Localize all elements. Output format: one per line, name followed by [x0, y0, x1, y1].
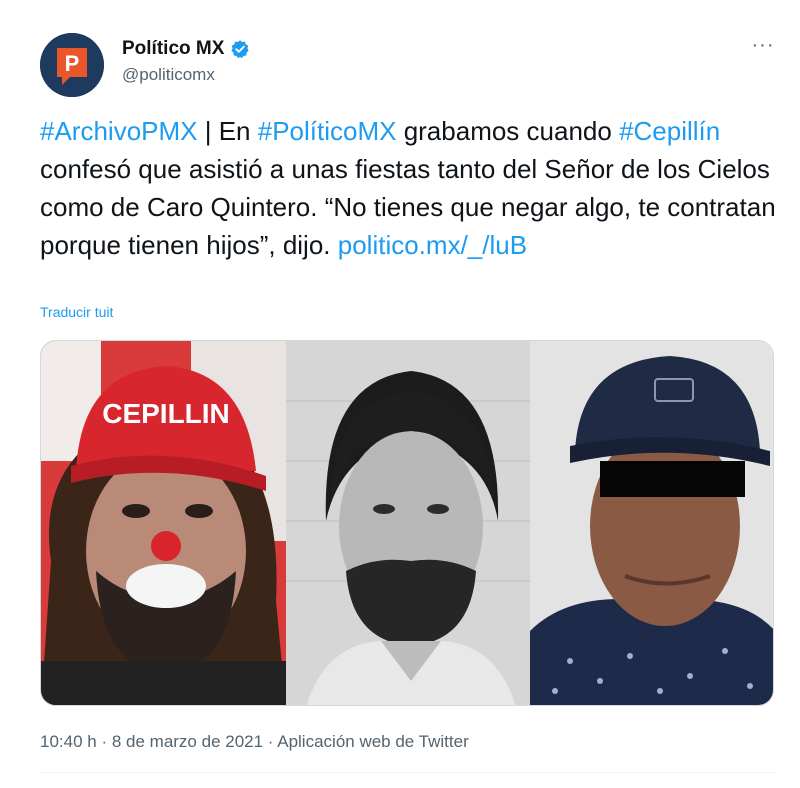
- media-photo-mugshot[interactable]: [286, 341, 530, 705]
- hashtag-politicomx[interactable]: #PolíticoMX: [258, 116, 397, 146]
- cap-text: CEPILLIN: [102, 398, 230, 429]
- hashtag-cepillin[interactable]: #Cepillín: [619, 116, 720, 146]
- divider: [40, 772, 774, 773]
- hashtag-archivopmx[interactable]: #ArchivoPMX: [40, 116, 198, 146]
- meta-separator: ·: [96, 732, 112, 751]
- media-photo-clown[interactable]: CEPILLIN: [41, 341, 286, 705]
- verified-badge-icon: [230, 39, 250, 59]
- translate-tweet-link[interactable]: Traducir tuit: [40, 304, 113, 320]
- tweet-media[interactable]: CEPILLIN: [40, 340, 774, 706]
- tweet-metadata: 10:40 h · 8 de marzo de 2021 · Aplicació…: [40, 732, 469, 752]
- more-options-icon[interactable]: ···: [748, 30, 778, 60]
- display-name[interactable]: Político MX: [122, 38, 224, 60]
- tweet-time[interactable]: 10:40 h: [40, 732, 97, 751]
- politico-logo-icon: P: [40, 33, 104, 97]
- name-row: Político MX: [122, 38, 250, 60]
- media-photo-arrest[interactable]: [530, 341, 773, 705]
- avatar-letter: P: [65, 51, 80, 76]
- tweet-date[interactable]: 8 de marzo de 2021: [112, 732, 263, 751]
- meta-separator: ·: [263, 732, 278, 751]
- tweet-card: P Político MX @politicomx ··· #ArchivoPM…: [0, 0, 800, 788]
- tweet-source: Aplicación web de Twitter: [277, 732, 469, 751]
- tweet-text-segment: | En: [197, 116, 258, 146]
- account-handle[interactable]: @politicomx: [122, 65, 215, 85]
- tweet-link[interactable]: politico.mx/_/luB: [338, 230, 527, 260]
- tweet-text: #ArchivoPMX | En #PolíticoMX grabamos cu…: [40, 112, 780, 264]
- tweet-text-segment: grabamos cuando: [396, 116, 620, 146]
- profile-avatar[interactable]: P: [40, 33, 104, 97]
